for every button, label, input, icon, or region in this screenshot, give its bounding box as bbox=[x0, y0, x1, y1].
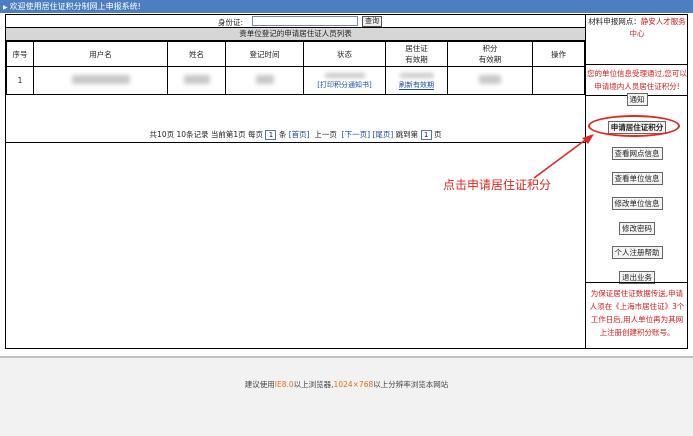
change-password-button-label[interactable]: 修改密码 bbox=[619, 222, 655, 235]
list-title: 贵单位登记的申请居住证人员列表 bbox=[6, 28, 585, 41]
row-permit-validity: 刷新有效期 bbox=[385, 66, 448, 95]
footer-prefix: 建议使用 bbox=[244, 380, 275, 389]
row-index: 1 bbox=[6, 66, 34, 95]
id-label: 身份证: bbox=[218, 18, 244, 27]
page-label: 页 bbox=[433, 130, 442, 139]
callout-text: 点击申请居住证积分 bbox=[443, 178, 552, 192]
registration-note: 为保证居住证数据传送,申请人须在《上海市居住证》3个工作日后,用人单位再为其网上… bbox=[586, 282, 688, 343]
col-header-action: 操作 bbox=[532, 41, 585, 67]
redacted-name bbox=[183, 75, 210, 84]
sidebar: 材料申报网点：静安人才服务中心 您的单位信息受理通过,您可以申请境内人员居住证积… bbox=[585, 15, 688, 348]
col-header-name: 姓名 bbox=[167, 41, 226, 67]
footer-resolution: 1024×768 bbox=[333, 380, 374, 389]
edit-unit-button[interactable]: 修改单位信息 bbox=[586, 197, 688, 210]
query-button[interactable]: 查询 bbox=[362, 16, 382, 27]
edit-unit-button-label[interactable]: 修改单位信息 bbox=[611, 197, 663, 210]
first-page-link[interactable]: [首页] bbox=[289, 130, 310, 139]
col-header-username: 用户名 bbox=[33, 41, 168, 67]
redacted-time bbox=[255, 75, 274, 84]
redacted-permit bbox=[399, 73, 434, 78]
jump-label: 跳到第 bbox=[395, 130, 419, 139]
footer-text: 建议使用IE8.0以上浏览器,1024×768以上分辨率浏览本网站 bbox=[0, 379, 693, 390]
notice-button-label[interactable]: 通知 bbox=[626, 93, 648, 106]
view-network-button[interactable]: 查看网点信息 bbox=[586, 147, 688, 160]
row-register-time bbox=[225, 66, 304, 95]
table-row: 1 [打印积分通知书] 刷新有效期 bbox=[6, 66, 585, 95]
change-password-button[interactable]: 修改密码 bbox=[586, 222, 688, 235]
row-points-validity bbox=[447, 66, 533, 95]
notice-button[interactable]: 通知 bbox=[586, 93, 688, 106]
row-name bbox=[167, 66, 226, 95]
register-help-button[interactable]: 个人注册帮助 bbox=[586, 246, 688, 259]
refresh-validity-link[interactable]: 刷新有效期 bbox=[399, 81, 434, 90]
pagination: 共10页 10条记录 当前第1页 每页 1 条 [首页] 上一页 [下一页] [… bbox=[6, 126, 585, 143]
network-info: 材料申报网点：静安人才服务中心 bbox=[586, 15, 688, 40]
row-status: [打印积分通知书] bbox=[303, 66, 386, 95]
footer-suffix: 以上分辨率浏览本网站 bbox=[373, 380, 449, 389]
print-notice-link[interactable]: [打印积分通知书] bbox=[317, 81, 371, 89]
view-network-button-label[interactable]: 查看网点信息 bbox=[611, 147, 663, 160]
per-page-input[interactable]: 1 bbox=[265, 130, 277, 140]
pager-summary: 共10页 10条记录 当前第1页 每页 bbox=[149, 130, 264, 139]
arrow-icon: ▶ bbox=[3, 4, 8, 11]
welcome-bar: ▶ 欢迎使用居住证积分制网上申报系统! bbox=[0, 0, 693, 13]
footer: 建议使用IE8.0以上浏览器,1024×768以上分辨率浏览本网站 bbox=[0, 356, 693, 436]
row-action bbox=[532, 66, 585, 95]
pointer-arrow-icon bbox=[533, 134, 594, 179]
redacted-points bbox=[479, 75, 501, 84]
row-username bbox=[33, 66, 168, 95]
prev-page-link[interactable]: 上一页 bbox=[314, 130, 337, 139]
col-header-index: 序号 bbox=[6, 41, 34, 67]
col-header-status: 状态 bbox=[303, 41, 386, 67]
col-header-points-validity: 积分 有效期 bbox=[447, 41, 533, 67]
pager-unit: 条 bbox=[278, 130, 287, 139]
network-label: 材料申报网点： bbox=[588, 17, 641, 26]
col-header-register-time: 登记时间 bbox=[225, 41, 304, 67]
view-unit-button-label[interactable]: 查看单位信息 bbox=[611, 172, 663, 185]
redacted-status bbox=[324, 73, 365, 78]
view-unit-button[interactable]: 查看单位信息 bbox=[586, 172, 688, 185]
applicant-table: 序号 用户名 姓名 登记时间 状态 居住证 有效期 积分 有效期 操作 1 [打… bbox=[6, 41, 585, 95]
id-input[interactable] bbox=[252, 16, 358, 26]
highlight-oval bbox=[588, 115, 680, 137]
col-header-permit-validity: 居住证 有效期 bbox=[385, 41, 448, 67]
table-header-row: 序号 用户名 姓名 登记时间 状态 居住证 有效期 积分 有效期 操作 bbox=[6, 41, 585, 67]
jump-page-input[interactable]: 1 bbox=[420, 130, 432, 140]
next-page-link[interactable]: [下一页] bbox=[342, 130, 370, 139]
last-page-link[interactable]: [尾页] bbox=[372, 130, 393, 139]
footer-browser: IE8.0 bbox=[274, 380, 294, 389]
approval-notice: 您的单位信息受理通过,您可以申请境内人员居住证积分! bbox=[586, 64, 688, 96]
footer-mid: 以上浏览器, bbox=[293, 380, 334, 389]
search-row: 身份证: 查询 bbox=[6, 15, 585, 28]
welcome-text: 欢迎使用居住证积分制网上申报系统! bbox=[9, 2, 141, 11]
register-help-button-label[interactable]: 个人注册帮助 bbox=[611, 246, 663, 259]
redacted-username bbox=[71, 75, 130, 84]
